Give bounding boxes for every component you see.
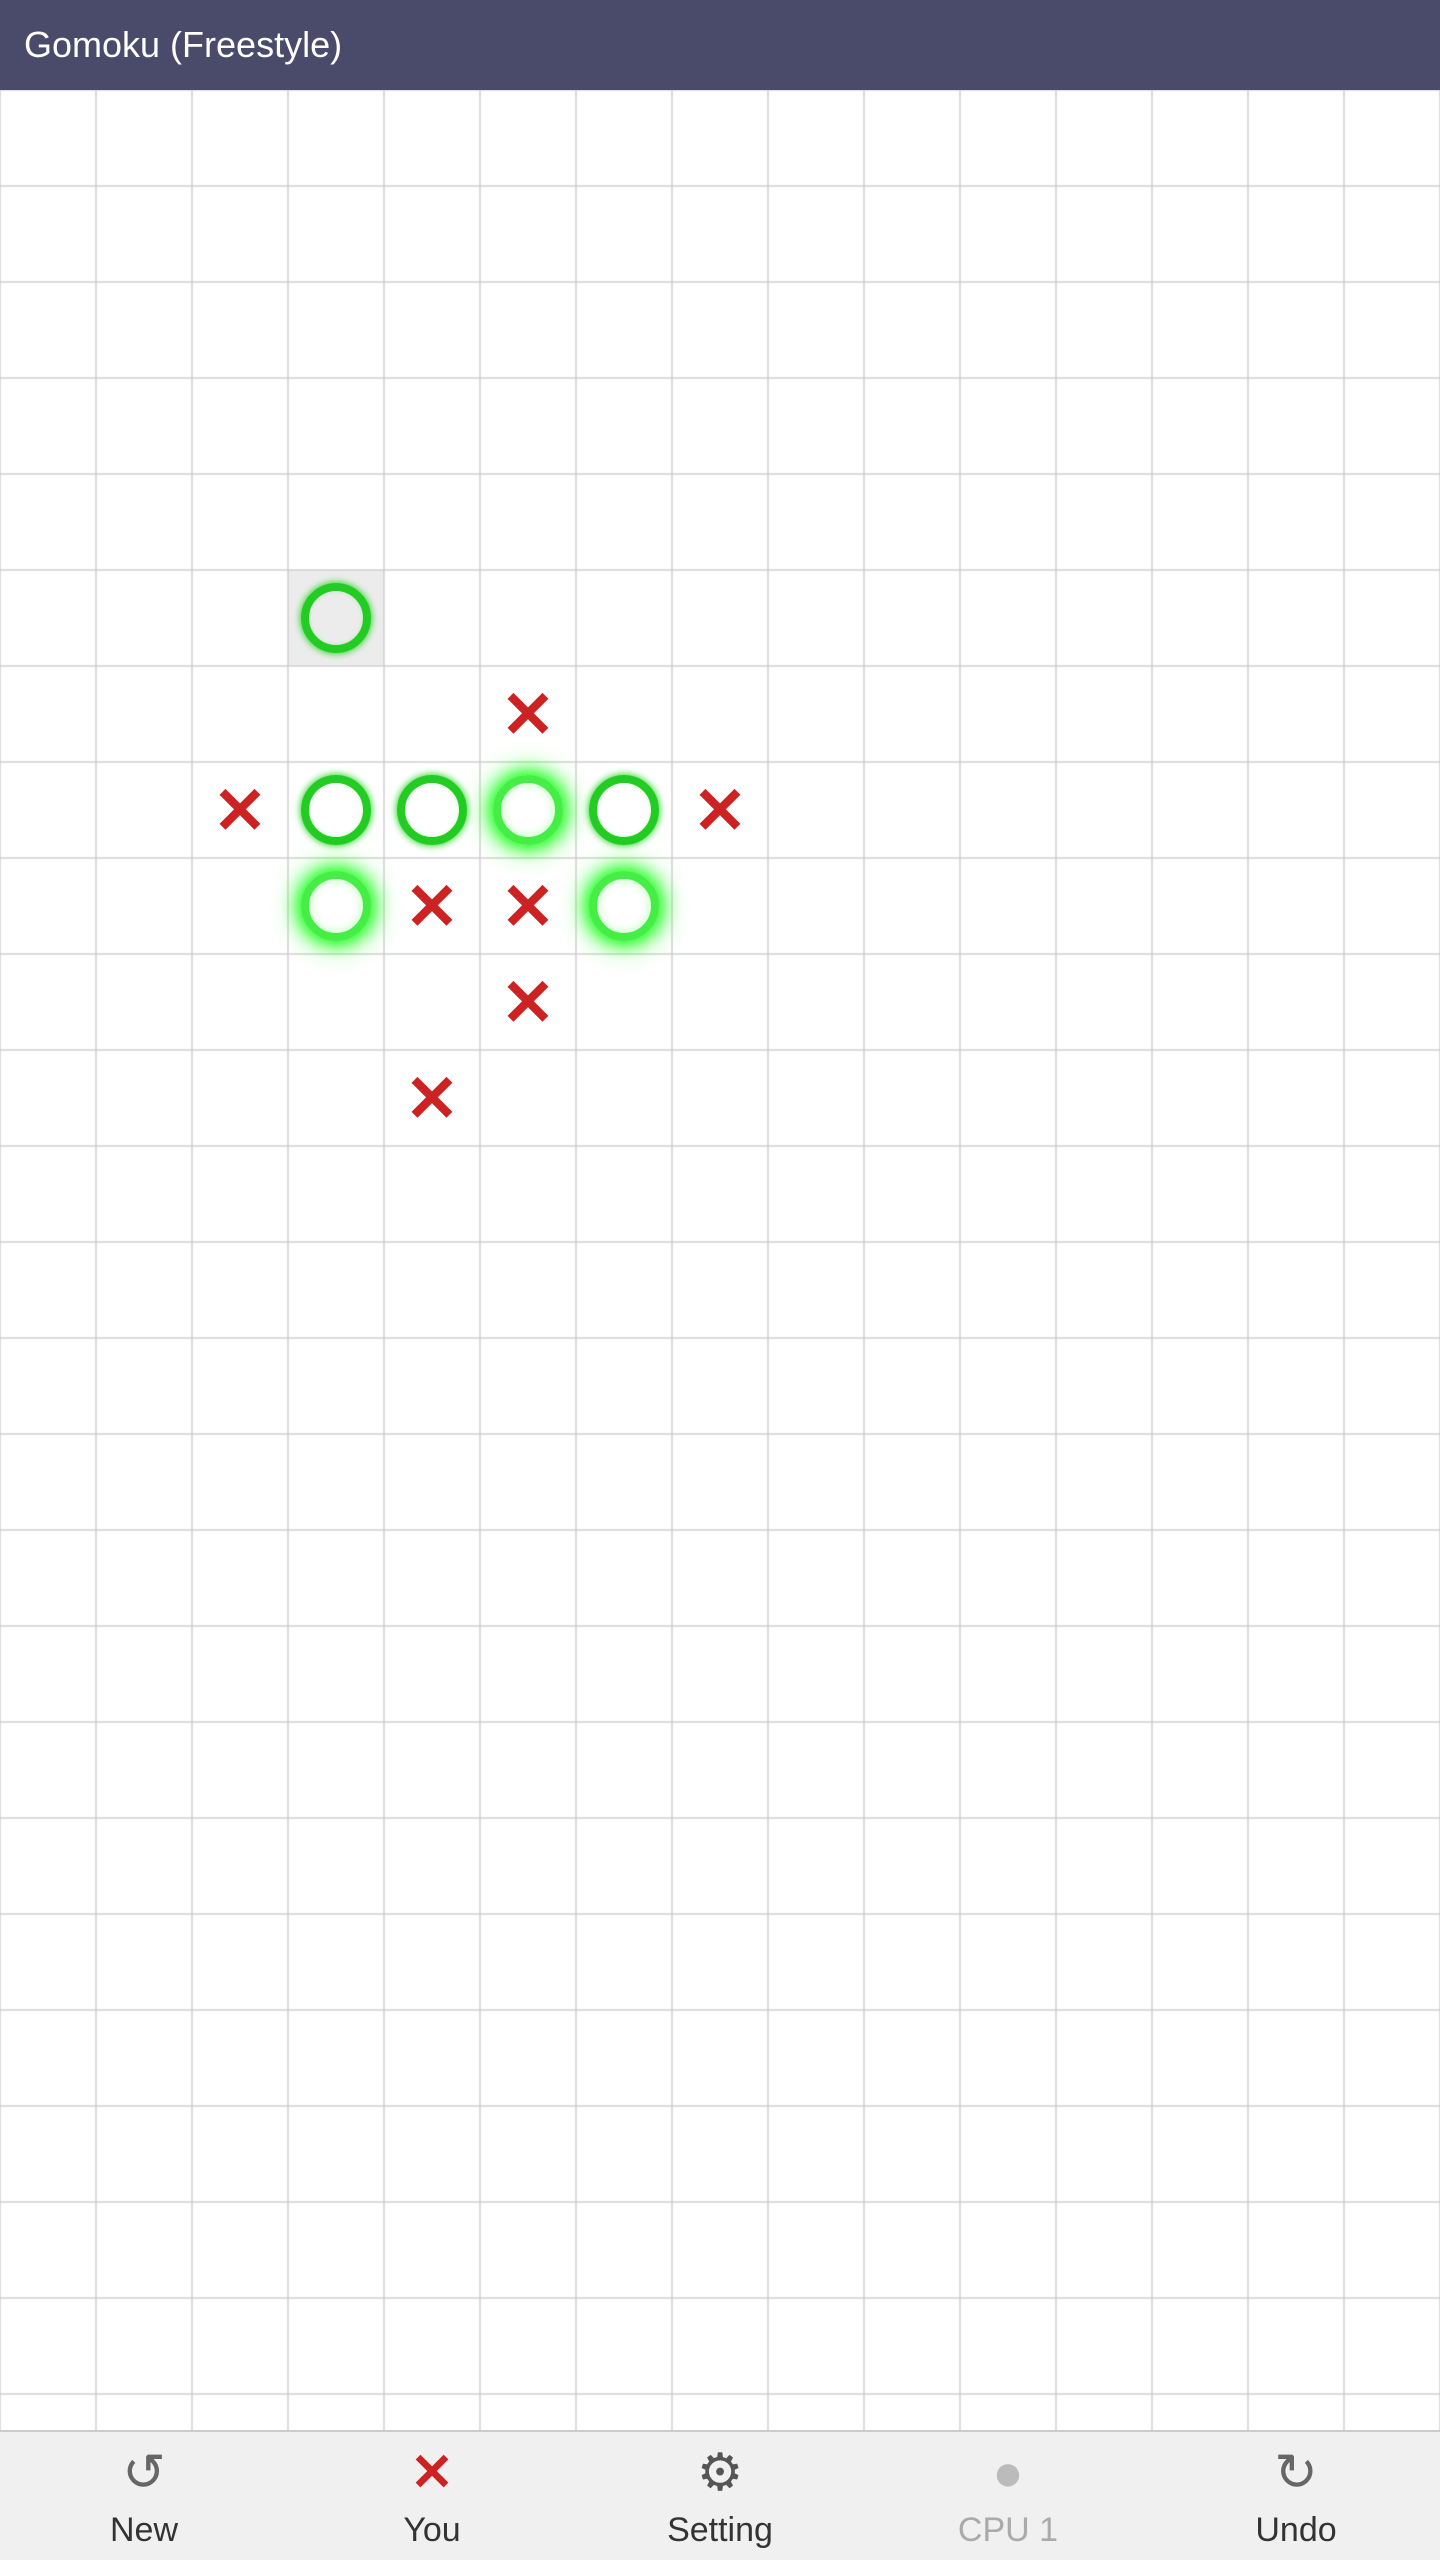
undo-label: Undo [1255, 2511, 1336, 2550]
you-label: You [403, 2511, 460, 2550]
setting-button[interactable]: ⚙ Setting [580, 2436, 860, 2556]
undo-button[interactable]: ↻ Undo [1156, 2436, 1436, 2556]
bottom-bar: ↺ New ✕ You ⚙ Setting ● CPU 1 ↻ Undo [0, 2430, 1440, 2560]
cpu1-label: CPU 1 [958, 2511, 1058, 2550]
new-label: New [110, 2511, 178, 2550]
game-title: Gomoku (Freestyle) [24, 24, 342, 66]
grid-canvas [0, 90, 1440, 2430]
you-button[interactable]: ✕ You [292, 2436, 572, 2556]
cpu1-button[interactable]: ● CPU 1 [868, 2436, 1148, 2556]
game-board[interactable]: ✕✕✕✕✕✕✕ [0, 90, 1440, 2430]
gear-icon: ⚙ [697, 2443, 744, 2503]
undo-icon: ↻ [1274, 2443, 1318, 2503]
cpu1-icon: ● [992, 2443, 1023, 2503]
title-bar: Gomoku (Freestyle) [0, 0, 1440, 90]
new-button[interactable]: ↺ New [4, 2436, 284, 2556]
setting-label: Setting [667, 2511, 773, 2550]
you-icon: ✕ [410, 2443, 454, 2503]
new-icon: ↺ [122, 2443, 166, 2503]
